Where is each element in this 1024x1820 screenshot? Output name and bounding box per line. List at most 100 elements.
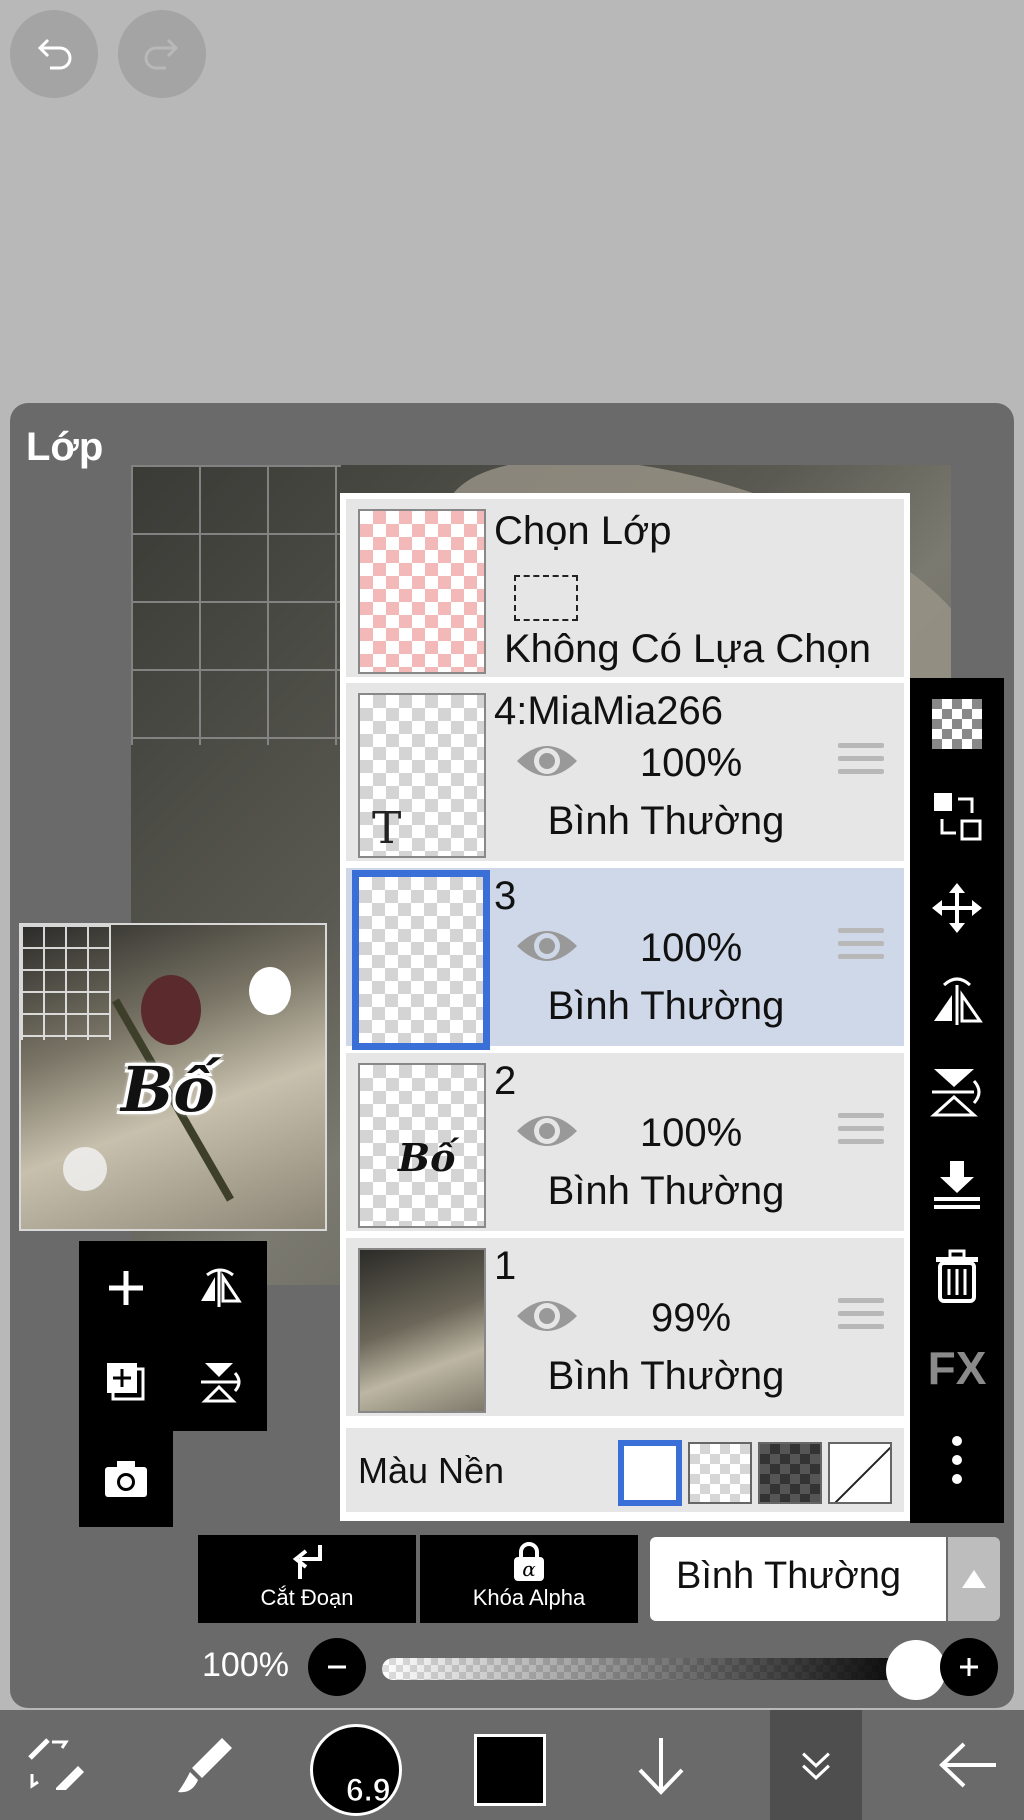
selection-layer-row[interactable]: Chọn Lớp Không Có Lựa Chọn: [346, 499, 904, 680]
move-icon: [932, 883, 982, 933]
text-layer-glyph: T: [372, 803, 402, 854]
double-chevron-down-icon: [802, 1752, 830, 1780]
layers-panel-button[interactable]: [770, 1710, 862, 1820]
opacity-decrease-button[interactable]: [308, 1638, 366, 1696]
background-dark-checker-option[interactable]: [758, 1442, 822, 1504]
add-folder-button[interactable]: [79, 1335, 173, 1429]
opacity-value: 100%: [202, 1646, 289, 1684]
blend-mode-toggle-button[interactable]: [948, 1537, 1000, 1621]
canvas-grid: [131, 465, 341, 745]
layer-thumbnail: [358, 1248, 486, 1413]
background-color-label: Màu Nền: [358, 1450, 505, 1491]
left-tool-panel-lower: [79, 1431, 173, 1527]
eye-icon[interactable]: [514, 1107, 580, 1155]
eye-icon[interactable]: [514, 1292, 580, 1340]
selection-thumbnail: [358, 509, 486, 674]
add-layer-copy-icon: [107, 1363, 145, 1401]
drag-handle-icon[interactable]: [838, 743, 884, 783]
flip-vertical-button[interactable]: [910, 1046, 1004, 1138]
layer-blend-mode: Bình Thường: [547, 1354, 785, 1398]
flip-vertical-icon: [930, 1069, 981, 1117]
thumbnail-word: Bố: [398, 1135, 456, 1180]
rose: [141, 975, 201, 1045]
background-white-option[interactable]: [618, 1440, 682, 1506]
layer-opacity: 100%: [639, 741, 743, 785]
redo-icon: [144, 38, 179, 70]
layer-name: 4:MiaMia266: [494, 689, 724, 733]
flip-horizontal-button[interactable]: [173, 1241, 267, 1335]
layer-row[interactable]: T 4:MiaMia266 100% Bình Thường: [346, 683, 904, 864]
alpha-lock-button[interactable]: α Khóa Alpha: [420, 1535, 638, 1623]
left-tool-panel: [79, 1241, 267, 1431]
brush-tool-button[interactable]: [150, 1710, 260, 1820]
camera-icon: [105, 1461, 147, 1497]
canvas-preview[interactable]: Bố: [19, 923, 327, 1231]
layer-thumbnail: [352, 870, 490, 1050]
layer-name: 1: [494, 1244, 517, 1288]
clipping-button[interactable]: Cắt Đoạn: [198, 1535, 416, 1623]
fx-button[interactable]: FX: [910, 1322, 1004, 1414]
alpha-lock-label: Khóa Alpha: [472, 1585, 586, 1610]
panel-title: Lớp: [26, 425, 104, 469]
preview-grid: [21, 925, 111, 1040]
bottom-toolbar: 6.9: [0, 1710, 1024, 1820]
add-layer-button[interactable]: [79, 1241, 173, 1335]
layer-row[interactable]: Bố 2 100% Bình Thường: [346, 1053, 904, 1234]
opacity-slider-knob[interactable]: [886, 1640, 946, 1700]
move-down-button[interactable]: [606, 1710, 716, 1820]
drag-handle-icon[interactable]: [838, 928, 884, 968]
opacity-increase-button[interactable]: [940, 1638, 998, 1696]
background-transparent-option[interactable]: [688, 1442, 752, 1504]
eye-icon[interactable]: [514, 922, 580, 970]
layer-opacity: 99%: [650, 1296, 732, 1340]
svg-text:α: α: [522, 1557, 536, 1581]
flip-rotate-button[interactable]: [910, 954, 1004, 1046]
blend-mode-select[interactable]: Bình Thường: [650, 1537, 946, 1621]
layer-name: 2: [494, 1059, 517, 1103]
undo-button[interactable]: [10, 10, 98, 98]
drag-handle-icon[interactable]: [838, 1298, 884, 1338]
minus-icon: [328, 1665, 346, 1669]
flip-vertical-icon: [201, 1363, 241, 1403]
back-button[interactable]: [914, 1710, 1024, 1820]
merge-down-icon: [934, 1161, 980, 1209]
transparency-button[interactable]: [910, 678, 1004, 770]
trash-icon: [936, 1249, 978, 1303]
transform-tool-button[interactable]: [0, 1710, 110, 1820]
camera-button[interactable]: [79, 1431, 173, 1525]
move-button[interactable]: [910, 862, 1004, 954]
color-swatch-button[interactable]: [474, 1734, 546, 1806]
layer-blend-mode: Bình Thường: [547, 984, 785, 1028]
alpha-lock-icon: α: [514, 1542, 544, 1581]
layer-blend-mode: Bình Thường: [547, 1169, 785, 1213]
brush-icon: [178, 1738, 232, 1793]
arrow-left-icon: [939, 1742, 996, 1788]
selection-layer-title: Chọn Lớp: [494, 509, 672, 553]
layer-opacity: 100%: [639, 926, 743, 970]
selection-marquee-icon: [514, 575, 578, 621]
plus-icon: [109, 1271, 143, 1305]
layer-blend-mode: Bình Thường: [547, 799, 785, 843]
redo-button[interactable]: [118, 10, 206, 98]
layer-panel: Lớp Bố Chọn Lớp Không Có Lựa Chọn T 4:Mi…: [10, 403, 1014, 1708]
delete-layer-button[interactable]: [910, 1230, 1004, 1322]
layer-opacity: 100%: [639, 1111, 743, 1155]
plus-icon: [960, 1658, 978, 1676]
eye-icon[interactable]: [514, 737, 580, 785]
layer-list: Chọn Lớp Không Có Lựa Chọn T 4:MiaMia266…: [340, 493, 910, 1521]
background-none-option[interactable]: [828, 1442, 892, 1504]
more-options-button[interactable]: [910, 1414, 1004, 1506]
merge-down-button[interactable]: [910, 1138, 1004, 1230]
clip-arrow-icon: [292, 1545, 322, 1579]
opacity-slider-track[interactable]: [382, 1658, 922, 1680]
drag-handle-icon[interactable]: [838, 1113, 884, 1153]
flip-horizontal-icon: [934, 977, 983, 1025]
layer-row[interactable]: 1 99% Bình Thường: [346, 1238, 904, 1419]
clipping-label: Cắt Đoạn: [260, 1585, 354, 1610]
swap-layer-button[interactable]: [910, 770, 1004, 862]
flip-vertical-button[interactable]: [173, 1335, 267, 1429]
layer-row-selected[interactable]: 3 100% Bình Thường: [346, 868, 904, 1050]
flip-horizontal-icon: [201, 1268, 242, 1307]
brush-size-value: 6.9: [345, 1772, 391, 1809]
fx-label: FX: [927, 1342, 987, 1394]
